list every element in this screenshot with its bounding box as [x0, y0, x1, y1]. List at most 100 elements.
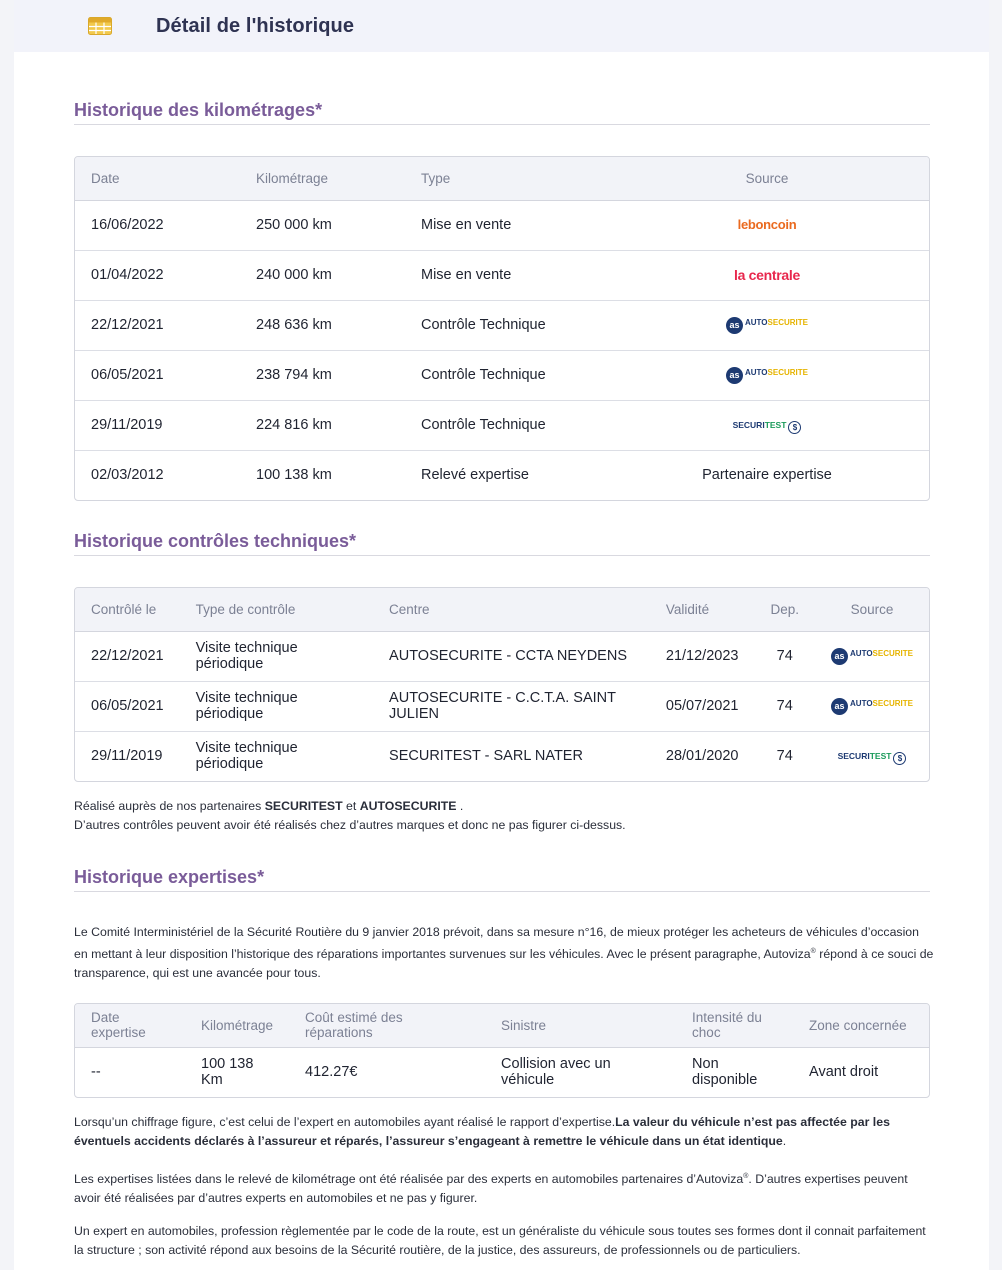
cell-intensity: Non disponible: [692, 1056, 758, 1089]
exp-history-table: Date expertise Kilométrage Coût estimé d…: [74, 1003, 930, 1098]
cell-date: 06/05/2021: [75, 350, 240, 401]
cell-date: 29/11/2019: [75, 400, 240, 451]
table-header-row: Date Kilométrage Type Source: [75, 157, 929, 201]
cell-sinistre: Collision avec un véhicule: [501, 1056, 611, 1089]
partner-name: SECURITEST: [264, 799, 343, 813]
cell-km: 238 794 km: [240, 350, 405, 401]
cell-validity: 21/12/2023: [657, 631, 755, 682]
cell-source: la centrale: [605, 250, 929, 301]
cell-dep: 74: [754, 631, 816, 682]
autosecurite-logo-mark: as: [726, 366, 743, 384]
autosecurite-logo-wordmark-accent: SECURITE: [872, 649, 913, 659]
column-header: Kilométrage: [240, 157, 405, 201]
cell-date: --: [91, 1064, 101, 1081]
cell-type: Visite technique périodique: [179, 631, 374, 682]
cell-type: Mise en vente: [405, 250, 605, 301]
column-header: Source: [605, 157, 929, 201]
securitest-logo-wordmark: SECURITEST: [732, 420, 787, 431]
column-header: Intensité du choc: [676, 1004, 804, 1048]
table-header-row: Date expertise Kilométrage Coût estimé d…: [75, 1004, 929, 1048]
cell-dep: 74: [776, 748, 793, 765]
cell-km: 100 138 Km: [201, 1056, 254, 1089]
ct-note-text: et: [342, 799, 360, 813]
cell-type: Contrôle Technique: [405, 400, 605, 451]
cell-type: Visite technique périodique: [179, 681, 374, 732]
autosecurite-logo-tagline: [745, 327, 808, 331]
securitest-logo-text: SECURITEST: [838, 752, 892, 765]
page-title: Détail de l'historique: [156, 14, 355, 37]
autosecurite-logo-mark: as: [726, 316, 743, 334]
cell-validity: 05/07/2021: [657, 681, 755, 732]
table-row: 01/04/2022 240 000 km Mise en vente la cent…: [75, 250, 929, 301]
autosecurite-logo: as AUTOSECURITE: [726, 316, 808, 334]
column-header: Kilométrage: [185, 1004, 290, 1048]
securitest-logo-wordmark: SECURITEST: [837, 751, 892, 762]
exp-p2-text: Les expertises listées dans le relevé de…: [74, 1172, 744, 1187]
page: Détail de l'historique Historique des ki…: [14, 0, 989, 1270]
cell-source: as AUTOSECURITE: [815, 631, 929, 682]
exp-intro: Le Comité Interministériel de la Sécurit…: [74, 923, 934, 983]
autosecurite-logo-mark: as: [831, 647, 849, 665]
table-row: 29/11/2019 Visite technique périodique SEC…: [75, 731, 929, 781]
autosecurite-logo-wordmark: AUTOSECURITE: [850, 649, 913, 659]
column-header: Sinistre: [485, 1004, 677, 1048]
autosecurite-logo-tagline: [850, 708, 913, 712]
securitest-logo-text: SECURITEST: [733, 421, 787, 434]
autosecurite-logo-text: AUTOSECURITE: [850, 650, 913, 662]
table-row: 22/12/2021 Visite technique périodique AUT…: [75, 631, 929, 682]
exp-section-title: Historique expertises*: [74, 867, 930, 892]
right-gutter: [988, 0, 1002, 1270]
cell-date: 22/12/2021: [75, 300, 240, 351]
table-row: 06/05/2021 238 794 km Contrôle Technique as…: [75, 350, 929, 401]
source-text: Partenaire expertise: [702, 467, 832, 484]
cell-type: Visite technique périodique: [195, 740, 298, 773]
cell-centre: SECURITEST - SARL NATER: [389, 748, 583, 765]
securitest-badge-icon: $: [893, 752, 907, 766]
exp-paragraph-1: Lorsqu’un chiffrage figure, c’est celui …: [74, 1113, 934, 1151]
column-header: Dep.: [754, 588, 816, 632]
cell-validity: 28/01/2020: [665, 748, 739, 765]
cell-dep: 74: [754, 681, 816, 732]
securitest-logo: SECURITEST $: [838, 752, 907, 766]
column-header: Date: [75, 157, 240, 201]
exp-p1-text: Lorsqu’un chiffrage figure, c’est celui …: [74, 1115, 616, 1129]
cell-cost: 412.27€: [305, 1064, 358, 1081]
cell-source: SECURITEST $: [815, 731, 929, 781]
cell-centre: AUTOSECURITE - C.C.T.A. SAINT JULIEN: [373, 681, 658, 732]
cell-source: as AUTOSECURITE: [605, 350, 929, 401]
cell-date: 16/06/2022: [75, 200, 240, 251]
autosecurite-logo: as AUTOSECURITE: [831, 647, 913, 665]
column-header: Type: [405, 157, 605, 201]
securitest-badge-icon: $: [788, 420, 802, 434]
leboncoin-logo: leboncoin: [737, 217, 797, 232]
ct-note-line2: D’autres contrôles peuvent avoir été réa…: [74, 818, 626, 832]
page-header: Détail de l'historique: [14, 0, 989, 52]
table-row: 29/11/2019 224 816 km Contrôle Technique SE…: [75, 400, 929, 451]
exp-p1-text: .: [782, 1134, 787, 1148]
cell-type: Relevé expertise: [421, 467, 529, 484]
cell-source: SECURITEST $: [605, 400, 929, 451]
column-header: Contrôlé le: [75, 588, 180, 632]
autosecurite-logo-text: AUTOSECURITE: [745, 319, 808, 331]
securitest-logo-tagline: [733, 430, 787, 434]
cell-km: 248 636 km: [240, 300, 405, 351]
cell-centre: AUTOSECURITE - CCTA NEYDENS: [373, 631, 658, 682]
securitest-logo-wordmark-accent: TEST: [869, 751, 892, 762]
exp-intro-text: Le Comité Interministériel de la Sécurit…: [74, 925, 919, 962]
table-row: 22/12/2021 248 636 km Contrôle Technique as…: [75, 300, 929, 351]
autosecurite-logo-text: AUTOSECURITE: [850, 700, 913, 712]
autosecurite-logo-wordmark: AUTOSECURITE: [745, 318, 808, 328]
autosecurite-logo-mark: as: [831, 697, 849, 715]
table-row: 16/06/2022 250 000 km Mise en vente lebonco…: [75, 200, 929, 251]
ct-section-title: Historique contrôles techniques*: [74, 531, 930, 556]
ct-note-text: .: [456, 799, 464, 813]
exp-paragraph-3: Un expert en automobiles, profession règ…: [74, 1224, 926, 1257]
column-header: Validité: [657, 588, 755, 632]
cell-date: 22/12/2021: [75, 631, 180, 682]
autosecurite-logo-text: AUTOSECURITE: [745, 369, 808, 381]
partner-name: AUTOSECURITE: [359, 799, 457, 813]
ct-note-text: Réalisé auprès de nos partenaires: [74, 799, 265, 813]
cell-type: Contrôle Technique: [405, 300, 605, 351]
column-header: Date expertise: [75, 1004, 185, 1048]
cell-type: Contrôle Technique: [405, 350, 605, 401]
